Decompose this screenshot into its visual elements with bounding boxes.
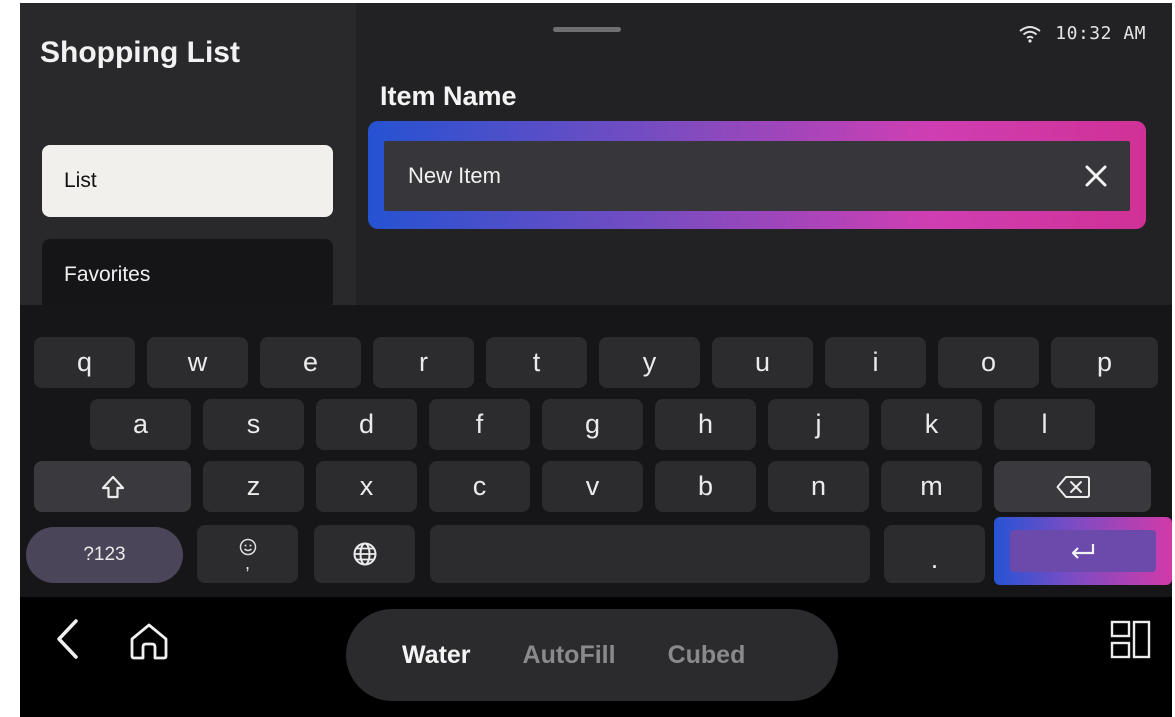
- wifi-icon: [1019, 25, 1041, 43]
- close-icon[interactable]: [1080, 160, 1112, 192]
- key-l[interactable]: l: [994, 399, 1095, 450]
- dispenser-mode-selector: Water AutoFill Cubed: [346, 609, 838, 701]
- drag-handle[interactable]: [553, 27, 621, 32]
- space-key[interactable]: [430, 525, 870, 583]
- item-name-input[interactable]: New Item: [384, 141, 1130, 211]
- language-key[interactable]: [314, 525, 415, 583]
- sidebar-item-list[interactable]: List: [42, 145, 333, 217]
- key-n[interactable]: n: [768, 461, 869, 512]
- key-d[interactable]: d: [316, 399, 417, 450]
- key-g[interactable]: g: [542, 399, 643, 450]
- sidebar-item-label: Favorites: [64, 263, 151, 286]
- key-v[interactable]: v: [542, 461, 643, 512]
- app-screen: Shopping List List Favorites 10:32 AM It…: [20, 3, 1172, 717]
- item-name-value: New Item: [408, 163, 501, 188]
- key-z[interactable]: z: [203, 461, 304, 512]
- symbols-key[interactable]: ?123: [26, 527, 183, 583]
- key-p[interactable]: p: [1051, 337, 1158, 388]
- comma-label: ,: [244, 553, 250, 573]
- enter-key[interactable]: [1010, 530, 1156, 572]
- page-title: Shopping List: [40, 36, 240, 69]
- sidebar: Shopping List List Favorites: [20, 3, 356, 309]
- item-name-field-focus-ring: New Item: [368, 121, 1146, 229]
- on-screen-keyboard: q w e r t y u i o p a s d f g h j k l z …: [20, 305, 1172, 597]
- apps-icon[interactable]: [1110, 619, 1152, 661]
- sidebar-item-label: List: [64, 169, 97, 192]
- main-panel: 10:32 AM Item Name New Item: [356, 3, 1172, 305]
- sidebar-item-favorites[interactable]: Favorites: [42, 239, 333, 309]
- shift-key[interactable]: [34, 461, 191, 512]
- key-m[interactable]: m: [881, 461, 982, 512]
- key-f[interactable]: f: [429, 399, 530, 450]
- enter-key-focus-ring: [994, 517, 1172, 585]
- key-q[interactable]: q: [34, 337, 135, 388]
- key-k[interactable]: k: [881, 399, 982, 450]
- backspace-icon: [1056, 475, 1090, 498]
- key-w[interactable]: w: [147, 337, 248, 388]
- shift-icon: [101, 475, 124, 498]
- home-icon[interactable]: [128, 621, 170, 661]
- key-a[interactable]: a: [90, 399, 191, 450]
- key-o[interactable]: o: [938, 337, 1039, 388]
- mode-autofill[interactable]: AutoFill: [523, 641, 616, 670]
- key-y[interactable]: y: [599, 337, 700, 388]
- key-e[interactable]: e: [260, 337, 361, 388]
- mode-cubed[interactable]: Cubed: [668, 641, 746, 670]
- key-c[interactable]: c: [429, 461, 530, 512]
- item-name-label: Item Name: [380, 81, 517, 111]
- back-icon[interactable]: [54, 617, 80, 661]
- key-b[interactable]: b: [655, 461, 756, 512]
- status-bar: 10:32 AM: [1019, 23, 1146, 44]
- key-s[interactable]: s: [203, 399, 304, 450]
- key-t[interactable]: t: [486, 337, 587, 388]
- key-j[interactable]: j: [768, 399, 869, 450]
- key-u[interactable]: u: [712, 337, 813, 388]
- key-x[interactable]: x: [316, 461, 417, 512]
- key-i[interactable]: i: [825, 337, 926, 388]
- bottom-navigation-bar: Water AutoFill Cubed: [20, 597, 1172, 717]
- emoji-comma-key[interactable]: ,: [197, 525, 298, 583]
- backspace-key[interactable]: [994, 461, 1151, 512]
- mode-water[interactable]: Water: [402, 641, 471, 670]
- key-r[interactable]: r: [373, 337, 474, 388]
- period-key[interactable]: .: [884, 525, 985, 583]
- enter-icon: [1071, 544, 1095, 559]
- key-h[interactable]: h: [655, 399, 756, 450]
- status-time: 10:32 AM: [1055, 23, 1146, 44]
- globe-icon: [353, 542, 376, 566]
